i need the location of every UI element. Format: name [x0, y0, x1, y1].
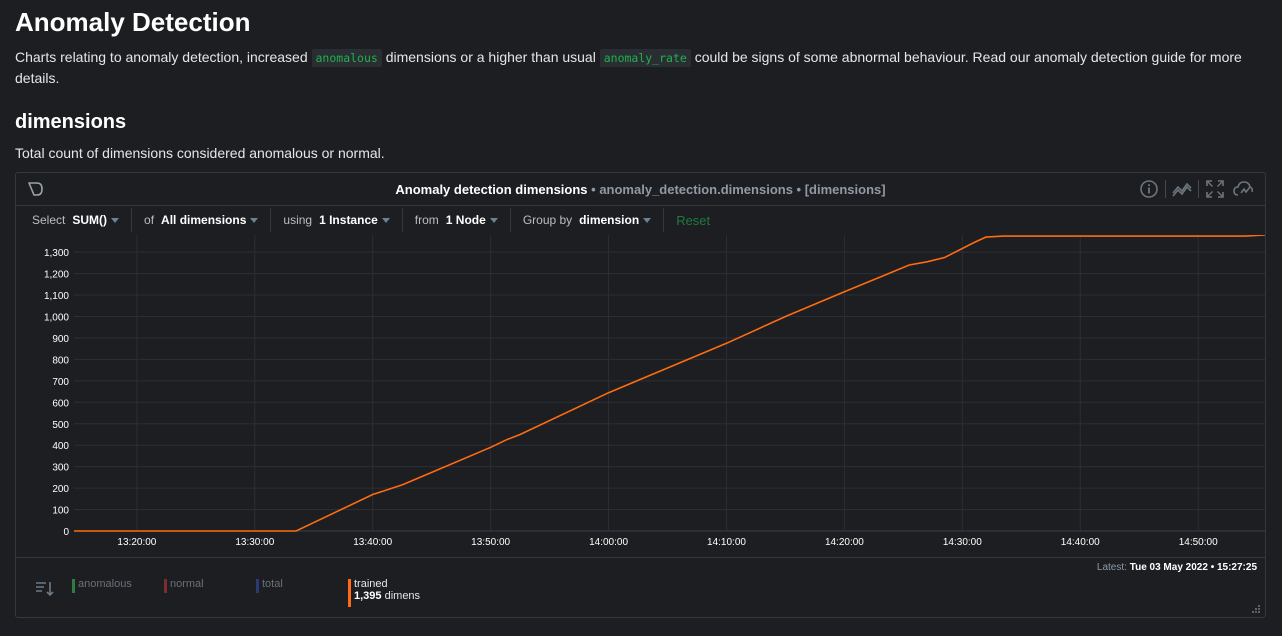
y-tick-label: 200 — [52, 484, 69, 495]
select-value: SUM() — [72, 213, 108, 227]
chart-header-actions — [1135, 178, 1257, 200]
using-value: 1 Instance — [319, 213, 378, 227]
latest-value: Tue 03 May 2022 • 15:27:25 — [1129, 562, 1257, 573]
legend-color-swatch — [348, 579, 351, 607]
page-title: Anomaly Detection — [15, 7, 251, 37]
y-tick-label: 600 — [52, 398, 69, 409]
latest-label: Latest: — [1096, 562, 1127, 573]
chart-title-context: • anomaly_detection.dimensions • [dimens… — [587, 182, 886, 197]
chevron-down-icon — [111, 217, 120, 223]
chart-header: Anomaly detection dimensions • anomaly_d… — [16, 173, 1265, 206]
group-by-label: Group by — [522, 213, 573, 227]
alert-icon[interactable] — [1229, 178, 1257, 200]
y-tick-label: 0 — [63, 527, 69, 538]
intro-mid: dimensions or a higher than usual — [381, 49, 600, 65]
x-tick-label: 14:50:00 — [1179, 537, 1218, 548]
header-divider — [1165, 180, 1166, 198]
sort-icon[interactable] — [35, 580, 55, 598]
legend-color-swatch — [256, 579, 259, 593]
using-label: using — [283, 213, 313, 227]
anomalous-code: anomalous — [311, 49, 382, 67]
x-tick-label: 14:00:00 — [589, 537, 628, 548]
y-tick-label: 500 — [52, 420, 69, 431]
x-tick-label: 13:20:00 — [117, 537, 156, 548]
legend-color-swatch — [164, 579, 167, 593]
legend-label: anomalous — [78, 578, 132, 590]
y-tick-label: 1,200 — [44, 270, 69, 281]
y-tick-label: 400 — [52, 441, 69, 452]
instances-dropdown[interactable]: using 1 Instance — [271, 208, 403, 232]
y-tick-label: 800 — [52, 355, 69, 366]
x-tick-label: 14:30:00 — [943, 537, 982, 548]
section-title: dimensions — [15, 111, 127, 133]
intro-text: Charts relating to anomaly detection, in… — [15, 47, 1265, 88]
x-tick-label: 14:20:00 — [825, 537, 864, 548]
correlation-icon[interactable] — [1168, 178, 1196, 200]
chevron-down-icon — [489, 217, 498, 223]
fullscreen-icon[interactable] — [1201, 178, 1229, 200]
legend-label: trained — [354, 578, 388, 590]
x-tick-label: 14:10:00 — [707, 537, 746, 548]
legend-unit: dimens — [384, 590, 421, 602]
chart-toolbar: Select SUM() of All dimensions using 1 I… — [20, 207, 710, 233]
from-label: from — [414, 213, 439, 227]
y-tick-label: 300 — [52, 463, 69, 474]
chevron-down-icon — [250, 217, 259, 223]
legend-label: total — [262, 578, 283, 590]
x-tick-label: 13:30:00 — [235, 537, 274, 548]
chevron-down-icon — [381, 217, 390, 223]
info-icon[interactable] — [1135, 178, 1163, 200]
reset-button[interactable]: Reset — [676, 213, 710, 228]
x-tick-label: 13:40:00 — [353, 537, 392, 548]
chart-title: Anomaly detection dimensions • anomaly_d… — [16, 182, 1265, 197]
of-value: All dimensions — [161, 213, 247, 227]
series-line-trained — [74, 235, 1265, 532]
chart-title-main: Anomaly detection dimensions — [395, 182, 588, 197]
chart-card: Anomaly detection dimensions • anomaly_d… — [15, 172, 1266, 618]
intro-prefix: Charts relating to anomaly detection, in… — [15, 49, 312, 65]
y-tick-label: 1,300 — [44, 248, 69, 259]
line-chart[interactable]: 0 100 200 300 400 500 600 700 800 900 1,000 1,100 1,… — [16, 235, 1265, 557]
select-dropdown[interactable]: Select SUM() — [20, 208, 133, 232]
legend-value: 1,395 — [354, 590, 382, 602]
select-label: Select — [32, 213, 66, 227]
resize-handle-icon[interactable] — [1251, 604, 1261, 614]
y-tick-label: 900 — [52, 334, 69, 345]
dimensions-dropdown[interactable]: of All dimensions — [132, 208, 272, 232]
group-by-dropdown[interactable]: Group by dimension — [511, 208, 665, 232]
legend-item-total[interactable]: total — [256, 578, 283, 593]
from-value: 1 Node — [445, 213, 486, 227]
y-tick-label: 1,000 — [44, 313, 69, 324]
chart-legend: anomalous normal total trained 1,395 dim… — [16, 557, 1265, 618]
legend-color-swatch — [72, 579, 75, 593]
section-description: Total count of dimensions considered ano… — [15, 145, 385, 161]
group-by-value: dimension — [579, 213, 640, 227]
x-tick-label: 13:50:00 — [471, 537, 510, 548]
of-label: of — [144, 213, 155, 227]
y-tick-label: 1,100 — [44, 291, 69, 302]
legend-item-trained[interactable]: trained 1,395 dimens — [348, 578, 421, 607]
x-tick-label: 14:40:00 — [1061, 537, 1100, 548]
y-tick-label: 700 — [52, 377, 69, 388]
chevron-down-icon — [643, 217, 652, 223]
latest-timestamp: Latest: Tue 03 May 2022 • 15:27:25 — [1097, 562, 1257, 573]
anomaly-rate-code: anomaly_rate — [599, 49, 691, 67]
legend-label: normal — [170, 578, 204, 590]
legend-item-normal[interactable]: normal — [164, 578, 204, 593]
y-tick-label: 100 — [52, 506, 69, 517]
legend-item-anomalous[interactable]: anomalous — [72, 578, 132, 593]
header-divider — [1198, 180, 1199, 198]
nodes-dropdown[interactable]: from 1 Node — [403, 208, 511, 232]
